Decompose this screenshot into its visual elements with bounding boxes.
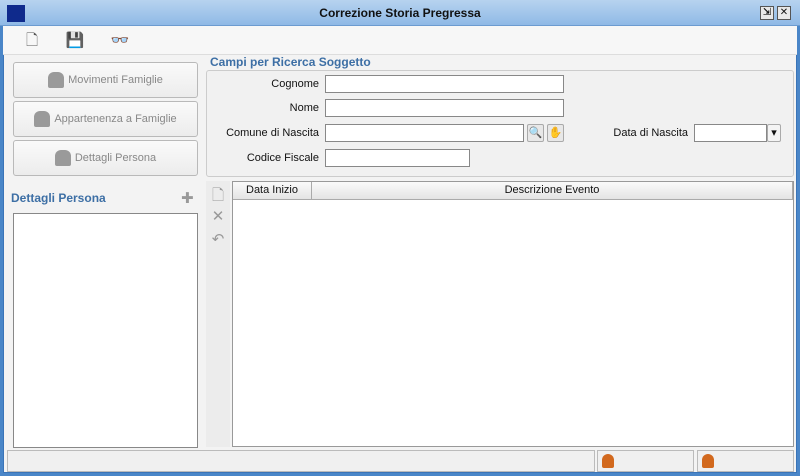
cognome-label: Cognome (271, 78, 319, 90)
dettagli-persona-title: Dettagli Persona (11, 191, 106, 205)
title-bar: Correzione Storia Pregressa ⇲ ✕ (0, 0, 800, 26)
appartenenza-famiglie-button[interactable]: Appartenenza a Famiglie (13, 101, 198, 137)
restore-button[interactable]: ⇲ (760, 6, 774, 20)
data-nascita-input[interactable] (694, 124, 767, 142)
pick-comune-icon[interactable]: ✋ (547, 124, 564, 142)
dettagli-persona-button[interactable]: Dettagli Persona (13, 140, 198, 176)
family-icon (34, 111, 51, 127)
close-button[interactable]: ✕ (777, 6, 791, 20)
toolbar: 🗋 💾 👓 (3, 26, 797, 55)
nome-label: Nome (289, 102, 319, 114)
button-label: Movimenti Famiglie (68, 74, 163, 86)
status-user (597, 450, 694, 472)
add-icon[interactable]: ✚ (181, 189, 194, 207)
data-nascita-label: Data di Nascita (613, 127, 688, 139)
comune-input[interactable] (325, 124, 524, 142)
button-label: Appartenenza a Famiglie (54, 113, 177, 125)
save-icon[interactable]: 💾 (65, 31, 85, 49)
window-title: Correzione Storia Pregressa (319, 6, 481, 20)
status-text (7, 450, 595, 472)
codice-fiscale-input[interactable] (325, 149, 470, 167)
column-header-data-inizio[interactable]: Data Inizio (233, 182, 312, 200)
status-user-info (697, 450, 794, 472)
button-label: Dettagli Persona (74, 152, 157, 164)
chevron-down-icon[interactable]: ▾ (767, 124, 781, 142)
search-section-title: Campi per Ricerca Soggetto (210, 55, 371, 69)
column-header-descrizione-evento[interactable]: Descrizione Evento (312, 182, 793, 200)
person-icon (54, 150, 71, 166)
search-comune-icon[interactable]: 🔍 (527, 124, 544, 142)
undo-icon[interactable]: ↶ (208, 230, 228, 248)
events-table[interactable]: Data Inizio Descrizione Evento (232, 181, 794, 447)
new-document-icon[interactable]: 🗋 (22, 31, 42, 49)
codice-fiscale-label: Codice Fiscale (246, 152, 319, 164)
dettagli-persona-list[interactable] (13, 213, 198, 448)
movimenti-famiglie-button[interactable]: Movimenti Famiglie (13, 62, 198, 98)
nome-input[interactable] (325, 99, 564, 117)
delete-row-icon[interactable]: ✕ (208, 207, 228, 225)
family-icon (48, 72, 65, 88)
cognome-input[interactable] (325, 75, 564, 93)
user-icon (602, 454, 614, 468)
user-info-icon (702, 454, 714, 468)
comune-label: Comune di Nascita (226, 127, 319, 139)
binoculars-icon[interactable]: 👓 (110, 31, 130, 49)
